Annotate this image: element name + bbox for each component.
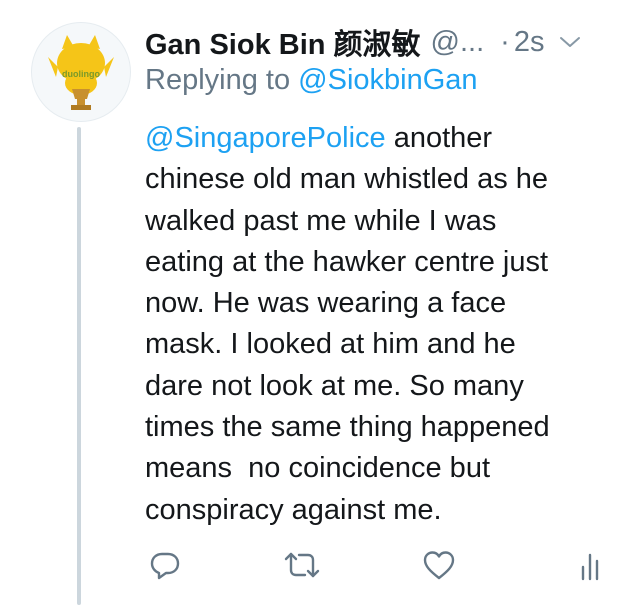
tweet-line: chinese old man whistled as he <box>145 163 549 196</box>
tweet-line: mask. I looked at him and he <box>145 328 516 361</box>
tweet-line: dare not look at me. So many <box>145 369 524 402</box>
tweet-line: eating at the hawker centre just <box>145 245 549 278</box>
tweet-line: times the same thing happened <box>145 411 550 444</box>
avatar[interactable]: duolingo <box>31 22 131 122</box>
tweet-line: walked past me while I was <box>145 204 497 237</box>
author-name[interactable]: Gan Siok Bin 颜淑敏 <box>145 21 421 63</box>
replying-to: Replying to @SiokbinGan <box>145 64 478 97</box>
tweet-text: @SingaporePolice another chinese old man… <box>145 118 620 531</box>
time-separator: · <box>500 25 510 58</box>
tweet-line: conspiracy against me. <box>145 493 442 526</box>
tweet-line-text: another <box>385 122 493 154</box>
retweet-icon <box>284 552 320 578</box>
tweet-actions <box>145 545 615 585</box>
tweet-line: means no coincidence but <box>145 452 490 485</box>
like-button[interactable] <box>419 545 459 585</box>
analytics-icon <box>581 553 599 581</box>
replying-handle-link[interactable]: @SiokbinGan <box>298 64 477 96</box>
thread-line <box>77 127 81 605</box>
author-handle[interactable]: @... <box>431 26 485 59</box>
svg-text:duolingo: duolingo <box>62 69 100 79</box>
replying-prefix: Replying to <box>145 64 291 96</box>
duolingo-owl-logo: duolingo <box>48 35 114 110</box>
reply-button[interactable] <box>145 545 185 585</box>
tweet-line: @SingaporePolice another <box>145 118 620 159</box>
timestamp[interactable]: 2s <box>514 26 545 59</box>
like-icon <box>423 551 455 580</box>
analytics-button[interactable] <box>573 545 613 585</box>
retweet-button[interactable] <box>282 545 322 585</box>
tweet-header: Gan Siok Bin 颜淑敏 @... · 2s <box>145 22 618 62</box>
reply-icon <box>150 552 180 580</box>
chevron-down-icon[interactable] <box>558 34 582 50</box>
tweet-line: now. He was wearing a face <box>145 287 507 320</box>
mention-link[interactable]: @SingaporePolice <box>145 122 386 154</box>
